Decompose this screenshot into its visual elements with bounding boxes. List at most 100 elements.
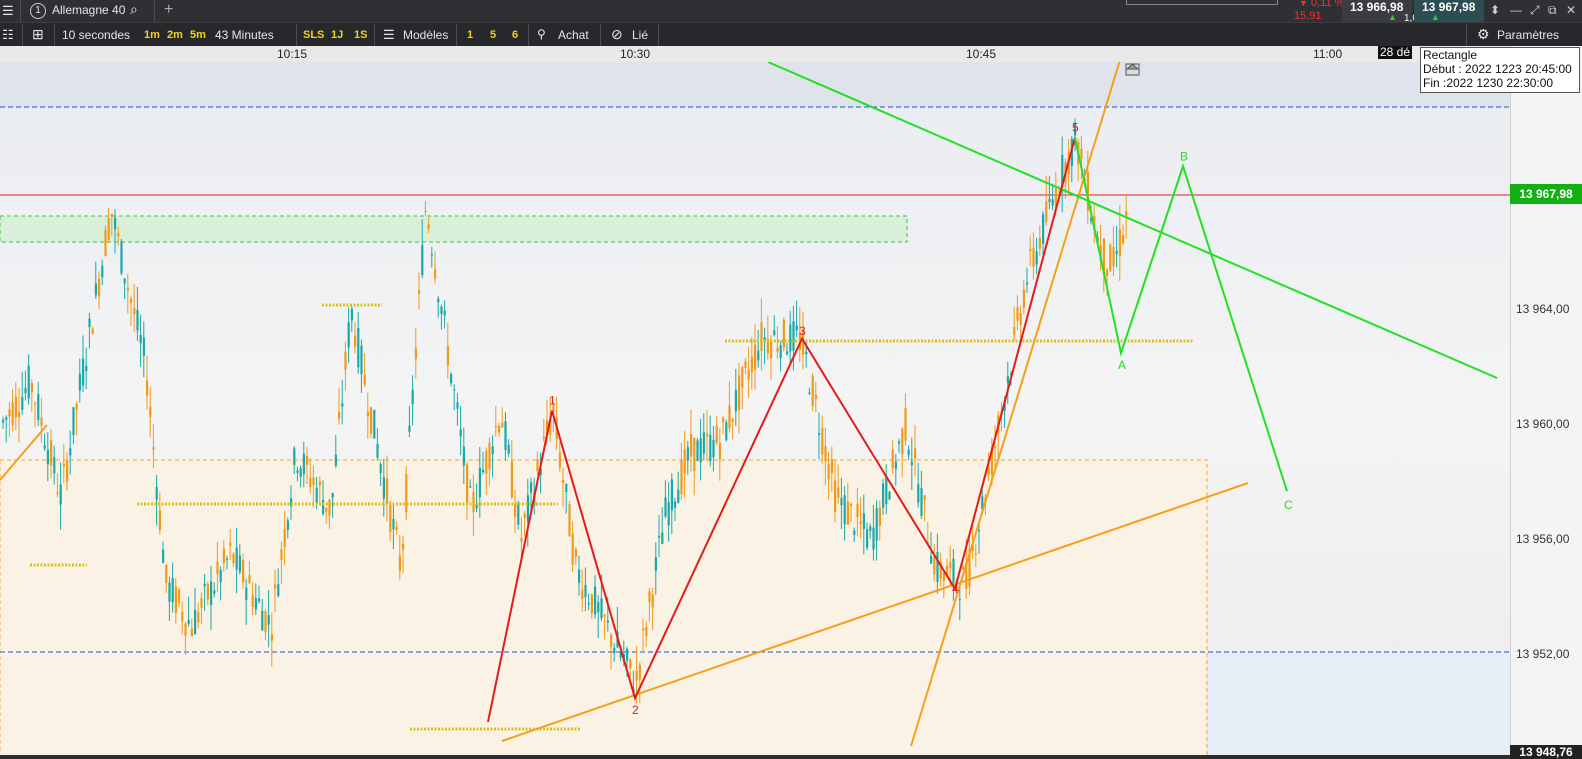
timeframe-5m[interactable]: 5m <box>190 29 206 41</box>
candle-body <box>901 428 904 455</box>
ask-box[interactable]: 13 967,98 <box>1414 0 1484 22</box>
models-button[interactable]: Modèles <box>403 28 448 42</box>
candle-body <box>254 598 257 610</box>
candle-body <box>760 322 763 351</box>
candle-body <box>322 499 325 515</box>
candle-body <box>597 602 600 613</box>
candle-body <box>373 409 376 439</box>
one-week-button[interactable]: 1S <box>354 29 367 41</box>
duration-select[interactable]: 43 Minutes <box>215 28 274 42</box>
candle-body <box>251 594 254 608</box>
interval-select[interactable]: 10 secondes <box>62 28 130 42</box>
order-size-box[interactable] <box>1126 0 1278 5</box>
candle-body <box>1109 244 1112 271</box>
candle-body <box>562 479 565 483</box>
candle-body <box>232 554 235 564</box>
candle-body <box>792 321 795 351</box>
price-tick: 13 952,00 <box>1516 647 1570 661</box>
popout-icon[interactable]: ⧉ <box>1548 3 1557 18</box>
candle-body <box>530 482 533 493</box>
candle-body <box>882 483 885 508</box>
candle-body <box>34 403 37 405</box>
settings-button[interactable]: Paramètres <box>1497 28 1559 42</box>
price-chart[interactable]: 1 2 3 4 5 A B C <box>0 62 1510 755</box>
candle-body <box>146 380 149 396</box>
expand-icon[interactable]: ⤢ <box>1530 3 1540 18</box>
candle-body <box>590 594 593 614</box>
candle-body <box>114 217 117 230</box>
candle-body <box>936 551 939 582</box>
candle-body <box>837 487 840 498</box>
candle-body <box>286 520 289 530</box>
candle-body <box>350 308 353 321</box>
candle-body <box>187 619 190 624</box>
candle-body <box>907 449 910 456</box>
candle-body <box>411 389 414 405</box>
candle-body <box>24 387 27 394</box>
candle-body <box>213 590 216 594</box>
candle-body <box>738 375 741 410</box>
bid-box[interactable]: 13 966,98 <box>1342 0 1412 22</box>
list-icon[interactable]: ☷ <box>2 27 14 43</box>
candle-body <box>91 328 94 334</box>
preset-5[interactable]: 5 <box>490 29 496 41</box>
add-tab-button[interactable]: + <box>164 1 173 19</box>
candle-body <box>504 421 507 451</box>
candle-body <box>386 478 389 505</box>
sls-button[interactable]: SLS <box>303 29 324 41</box>
candle-body <box>702 432 705 454</box>
layout-icon[interactable]: ⊞ <box>32 26 44 43</box>
instrument-tab[interactable]: Allemagne 40 <box>52 3 125 17</box>
candle-body <box>174 586 177 613</box>
candle-body <box>853 530 856 535</box>
candle-body <box>581 589 584 599</box>
candle-body <box>606 620 609 623</box>
candle-body <box>827 464 830 480</box>
candle-body <box>459 429 462 437</box>
candle-body <box>507 444 510 454</box>
candle-body <box>904 408 907 441</box>
candle-body <box>629 659 632 669</box>
candle-body <box>248 574 251 583</box>
candle-body <box>910 461 913 466</box>
candle-body <box>1019 313 1022 325</box>
candle-body <box>718 443 721 460</box>
candle-body <box>56 492 59 494</box>
linked-button[interactable]: Lié <box>632 28 648 42</box>
candle-body <box>1022 289 1025 308</box>
price-tick: 13 960,00 <box>1516 417 1570 431</box>
buy-button[interactable]: Achat <box>558 28 589 42</box>
candle-body <box>434 269 437 279</box>
preset-1[interactable]: 1 <box>467 29 473 41</box>
candle-body <box>162 549 165 563</box>
candle-body <box>184 623 187 636</box>
orange-rectangle <box>0 459 1208 755</box>
gear-icon[interactable]: ⚙ <box>1477 26 1490 43</box>
price-tick: 13 956,00 <box>1516 532 1570 546</box>
candle-body <box>923 495 926 500</box>
candle-body <box>219 569 222 583</box>
candle-body <box>488 442 491 470</box>
candle-body <box>782 319 785 348</box>
candle-body <box>354 335 357 348</box>
candle-body <box>1122 235 1125 244</box>
close-icon[interactable]: ✕ <box>1566 3 1576 17</box>
search-icon[interactable]: ⌕ <box>130 1 138 18</box>
candle-body <box>680 460 683 495</box>
alert-marker[interactable] <box>1125 63 1140 76</box>
collapse-icon[interactable]: ⬍ <box>1490 3 1500 17</box>
menu-icon[interactable]: ☰ <box>2 3 14 19</box>
minimize-icon[interactable]: — <box>1510 3 1522 17</box>
candle-body <box>126 287 129 291</box>
candle-body <box>238 555 241 573</box>
timeframe-1m[interactable]: 1m <box>144 29 160 41</box>
candle-body <box>82 358 85 386</box>
candle-body <box>978 530 981 532</box>
candle-body <box>526 495 529 522</box>
one-day-button[interactable]: 1J <box>331 29 343 41</box>
candle-body <box>104 229 107 257</box>
candle-body <box>654 557 657 571</box>
candle-body <box>152 447 155 450</box>
preset-6[interactable]: 6 <box>512 29 518 41</box>
timeframe-2m[interactable]: 2m <box>167 29 183 41</box>
